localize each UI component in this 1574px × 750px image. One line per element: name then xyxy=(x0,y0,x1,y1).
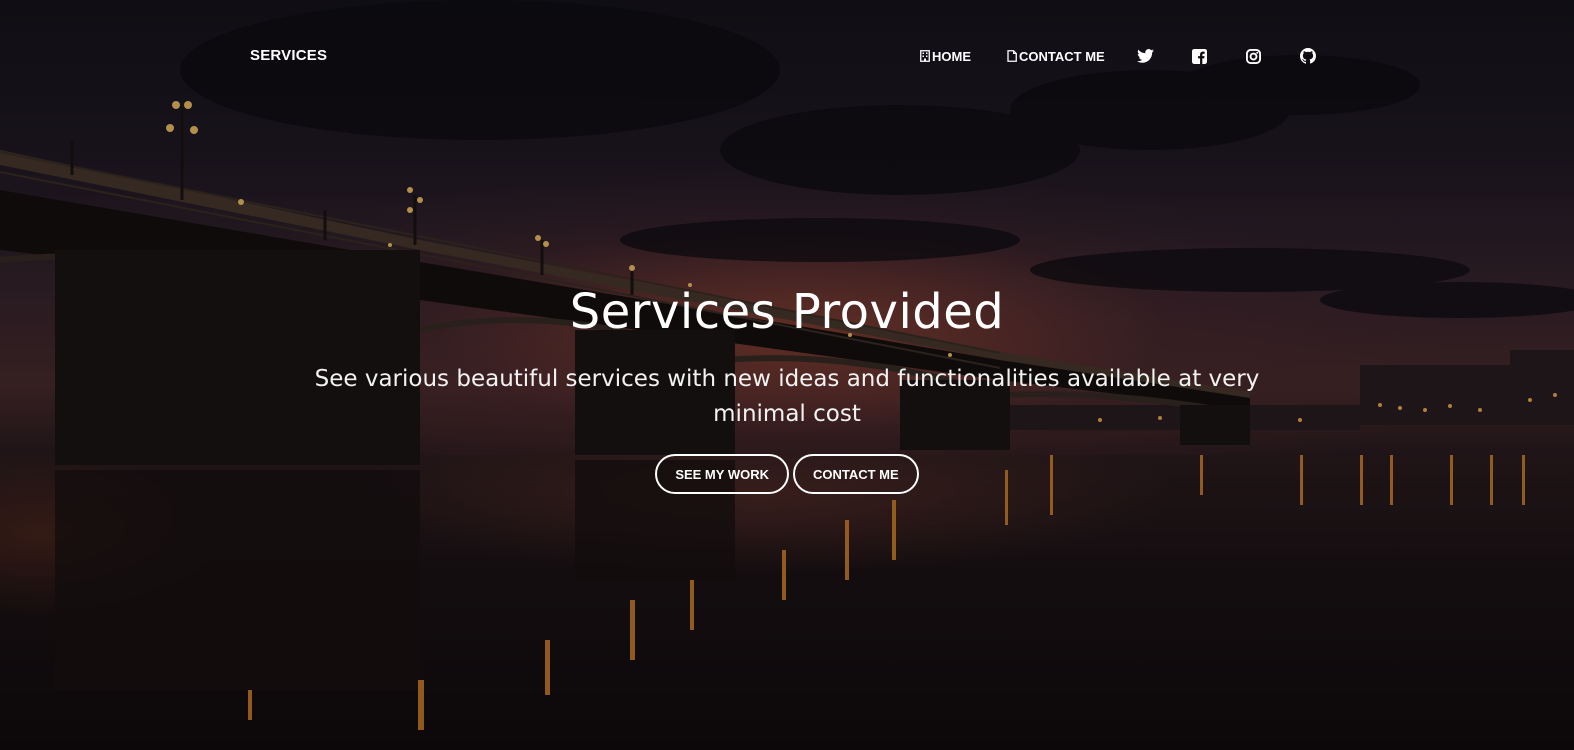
top-navigation: HOME CONTACT ME xyxy=(920,44,1317,68)
brand-link[interactable]: SERVICES xyxy=(250,47,327,64)
instagram-icon[interactable] xyxy=(1245,47,1263,65)
nav-contact-link[interactable]: CONTACT ME xyxy=(1007,49,1105,64)
document-icon xyxy=(1007,50,1017,62)
github-icon[interactable] xyxy=(1299,47,1317,65)
building-icon xyxy=(920,50,930,62)
twitter-icon[interactable] xyxy=(1137,47,1155,65)
hero-title: Services Provided xyxy=(569,284,1005,340)
hero-section: Services Provided See various beautiful … xyxy=(0,280,1574,494)
nav-contact-label: CONTACT ME xyxy=(1019,48,1105,64)
page: SERVICES HOME CONTACT ME Services Provid… xyxy=(0,0,1574,750)
hero-subtitle: See various beautiful services with new … xyxy=(314,366,1260,427)
facebook-icon[interactable] xyxy=(1191,47,1209,65)
see-my-work-button[interactable]: SEE MY WORK xyxy=(655,454,789,494)
nav-home-label: HOME xyxy=(932,48,971,64)
contact-me-button[interactable]: CONTACT ME xyxy=(792,454,919,494)
nav-home-link[interactable]: HOME xyxy=(920,49,971,64)
hero-button-group: SEE MY WORK CONTACT ME xyxy=(0,454,1574,494)
